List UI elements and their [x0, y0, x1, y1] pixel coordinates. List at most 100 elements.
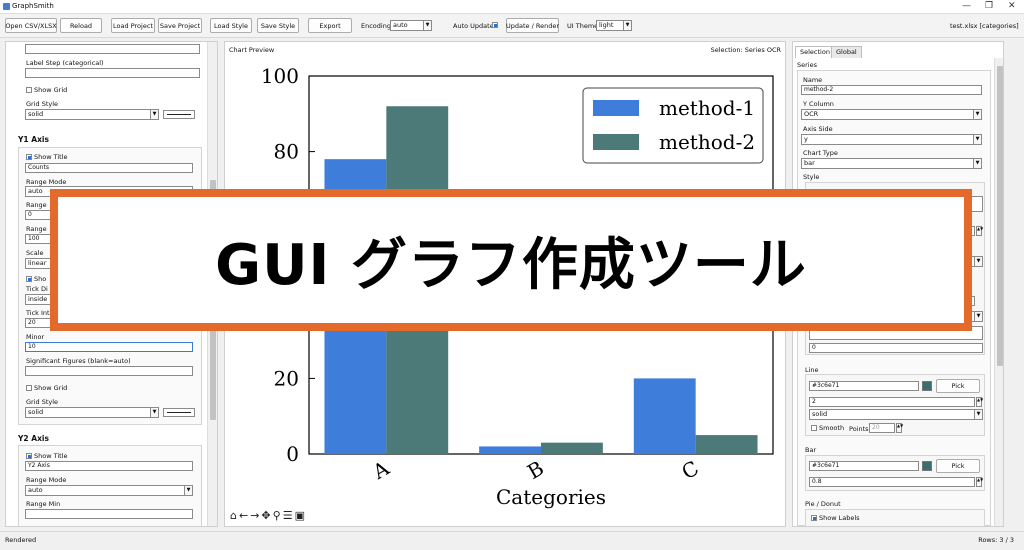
y2-show-title-label: Show Title — [34, 452, 68, 460]
y2-range-min-label: Range Min — [26, 500, 61, 508]
line-width-spinner[interactable]: ▲▼ — [976, 397, 983, 407]
line-style-value: solid — [812, 410, 828, 418]
window-title: GraphSmith — [12, 2, 54, 10]
x-field-top[interactable] — [25, 44, 200, 54]
series-label: Series — [797, 61, 817, 69]
bar-color-input[interactable]: #3c6e71 — [809, 461, 919, 471]
y-tick-label: 100 — [261, 64, 299, 88]
home-icon[interactable]: ⌂ — [230, 509, 239, 522]
chart-preview-title: Chart Preview — [229, 46, 275, 54]
line-width-input[interactable]: 2 — [809, 397, 975, 407]
x-grid-line-preview[interactable] — [163, 110, 195, 119]
pan-icon[interactable]: ✥ — [261, 509, 272, 522]
line-label: Line — [805, 366, 819, 374]
y1-grid-line-preview[interactable] — [163, 408, 195, 417]
bar-pick-button[interactable]: Pick — [936, 459, 980, 473]
encoding-value: auto — [393, 21, 408, 29]
y2-range-mode-select[interactable]: auto ▼ — [25, 485, 193, 496]
y1-sig-figs-input[interactable] — [25, 366, 193, 376]
y-column-select[interactable]: OCR ▼ — [801, 109, 982, 120]
y1-grid-style-label: Grid Style — [26, 398, 59, 406]
legend-label: method-1 — [659, 96, 755, 120]
y1-range-max-label: Range — [26, 225, 47, 233]
bar-method-1-B — [479, 446, 541, 454]
points-spinner[interactable]: ▲▼ — [896, 423, 903, 433]
name-input[interactable]: method-2 — [801, 85, 982, 95]
pie-donut-label: Pie / Donut — [805, 500, 841, 508]
ui-theme-label: UI Theme — [567, 22, 599, 30]
ui-theme-select[interactable]: light ▼ — [596, 20, 632, 31]
export-button[interactable]: Export — [308, 18, 352, 33]
label-step-label: Label Step (categorical) — [26, 59, 104, 67]
smooth-checkbox[interactable]: Smooth — [811, 424, 844, 432]
status-text: Rendered — [5, 536, 37, 544]
save-style-button[interactable]: Save Style — [257, 18, 299, 33]
bar-label: Bar — [805, 446, 817, 454]
style-zero-input[interactable]: 0 — [809, 343, 983, 353]
chevron-down-icon: ▼ — [423, 21, 431, 30]
y2-range-min-input[interactable] — [25, 509, 193, 519]
close-icon[interactable]: ✕ — [1008, 1, 1016, 11]
x-tick-label: C — [678, 456, 703, 484]
y1-show-grid-checkbox[interactable]: Show Grid — [26, 384, 67, 392]
smooth-label: Smooth — [819, 424, 845, 432]
bar-width-input[interactable]: 0.8 — [809, 477, 975, 487]
zoom-icon[interactable]: ⚲ — [273, 509, 283, 522]
y2-show-title-checkbox[interactable]: Show Title — [26, 452, 68, 460]
load-project-button[interactable]: Load Project — [111, 18, 155, 33]
y-column-value: OCR — [804, 110, 819, 118]
style-field-2-spinner[interactable]: ▲▼ — [976, 226, 983, 236]
show-labels-checkbox[interactable]: Show Labels — [811, 514, 860, 522]
line-style-select[interactable]: solid ▼ — [809, 409, 983, 420]
tab-global[interactable]: Global — [831, 46, 862, 58]
y1-minor-input[interactable]: 10 — [25, 342, 193, 352]
ui-theme-value: light — [599, 21, 614, 29]
y1-scale-value: linear — [28, 259, 47, 267]
open-csv-button[interactable]: Open CSV/XLSX — [5, 18, 57, 33]
x-tick-label: B — [523, 456, 548, 484]
y1-show-labels-checkbox[interactable]: Sho — [26, 275, 46, 283]
y1-title-input[interactable]: Counts — [25, 163, 193, 173]
bar-width-spinner[interactable]: ▲▼ — [976, 477, 983, 487]
y2-title-input[interactable]: Y2 Axis — [25, 461, 193, 471]
x-show-grid-label: Show Grid — [34, 86, 68, 94]
line-color-input[interactable]: #3c6e71 — [809, 381, 919, 391]
plot-toolbar: ⌂←→✥⚲☰▣ — [230, 509, 307, 522]
y1-scale-label: Scale — [26, 249, 44, 257]
label-step-input[interactable] — [25, 68, 200, 78]
x-grid-style-select[interactable]: solid ▼ — [25, 109, 159, 120]
save-project-button[interactable]: Save Project — [158, 18, 202, 33]
encoding-select[interactable]: auto ▼ — [390, 20, 432, 31]
configure-icon[interactable]: ☰ — [283, 509, 295, 522]
title-banner: GUI グラフ作成ツール — [50, 189, 972, 331]
update-render-button[interactable]: Update / Render — [506, 18, 559, 33]
line-pick-button[interactable]: Pick — [936, 379, 980, 393]
points-input[interactable]: 20 — [869, 423, 895, 433]
x-grid-style-value: solid — [28, 110, 44, 118]
tab-selection[interactable]: Selection — [795, 46, 835, 58]
show-labels-label: Show Labels — [819, 514, 860, 522]
chart-type-select[interactable]: bar ▼ — [801, 158, 982, 169]
chevron-down-icon: ▼ — [974, 410, 982, 419]
right-scrollbar[interactable] — [994, 58, 1003, 526]
y1-grid-style-select[interactable]: solid ▼ — [25, 407, 159, 418]
encoding-label: Encoding — [361, 22, 391, 30]
save-icon[interactable]: ▣ — [295, 509, 307, 522]
right-scrollbar-thumb[interactable] — [997, 66, 1003, 366]
auto-update-checkbox[interactable] — [492, 22, 498, 30]
minimize-icon[interactable]: — — [962, 1, 971, 11]
axis-side-select[interactable]: y ▼ — [801, 134, 982, 145]
chevron-down-icon: ▼ — [150, 408, 158, 417]
maximize-icon[interactable]: ❐ — [985, 1, 993, 11]
load-style-button[interactable]: Load Style — [210, 18, 252, 33]
y1-show-title-checkbox[interactable]: Show Title — [26, 153, 68, 161]
reload-button[interactable]: Reload — [60, 18, 102, 33]
auto-update-label: Auto Update — [453, 22, 494, 30]
y1-tick-dir-value: inside — [28, 295, 48, 303]
back-arrow-icon[interactable]: ← — [239, 509, 250, 522]
forward-arrow-icon[interactable]: → — [250, 509, 261, 522]
x-show-grid-checkbox[interactable]: Show Grid — [26, 86, 67, 94]
title-bar: GraphSmith — ❐ ✕ — [0, 0, 1024, 14]
style-label: Style — [803, 173, 820, 181]
line-color-swatch — [922, 381, 932, 391]
